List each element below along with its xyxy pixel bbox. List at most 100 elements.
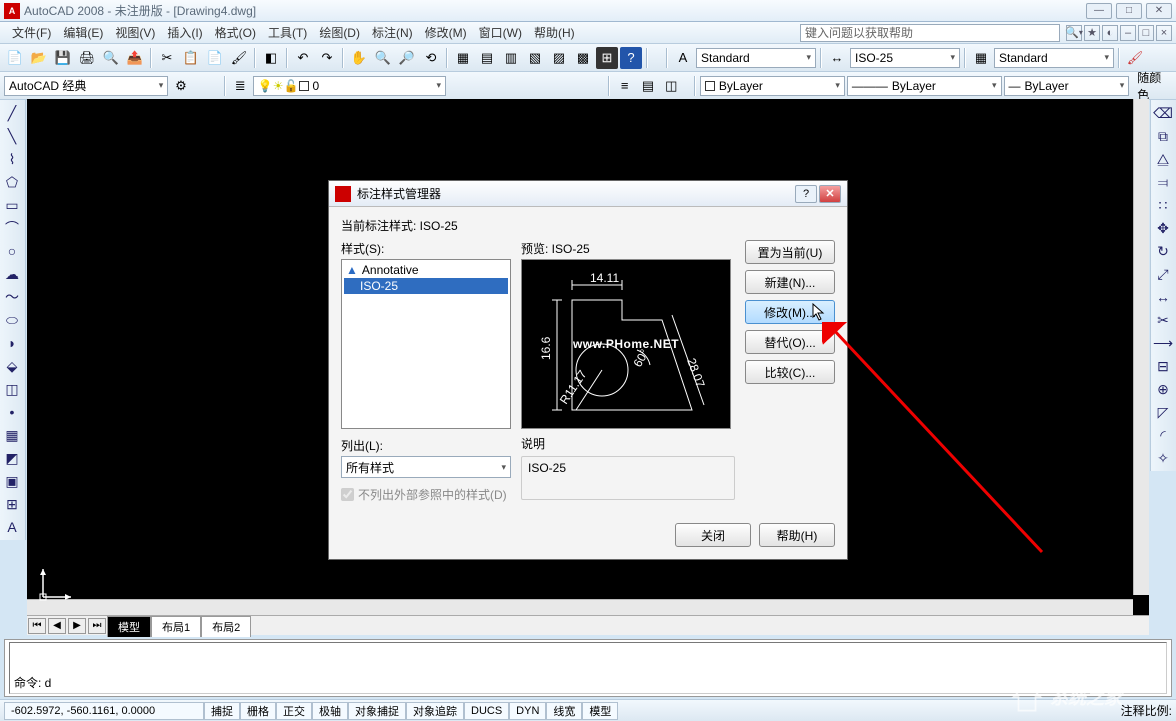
insert-icon[interactable]: ⬙ bbox=[1, 355, 23, 377]
xline-icon[interactable]: ╲ bbox=[1, 125, 23, 147]
layer-mgr-icon[interactable]: ≣ bbox=[230, 75, 251, 97]
ws-settings-icon[interactable]: ⚙ bbox=[170, 75, 191, 97]
command-line[interactable]: 命令: d bbox=[4, 639, 1172, 697]
makeblock-icon[interactable]: ◫ bbox=[1, 378, 23, 400]
list-item[interactable]: ISO-25 bbox=[344, 278, 508, 294]
help-search-input[interactable]: 键入问题以获取帮助 bbox=[800, 24, 1060, 42]
toggle-grid[interactable]: 栅格 bbox=[240, 702, 276, 720]
table-style-combo[interactable]: Standard▾ bbox=[994, 48, 1114, 68]
toggle-polar[interactable]: 极轴 bbox=[312, 702, 348, 720]
zoom-win-icon[interactable]: 🔎 bbox=[396, 47, 418, 69]
block-icon[interactable]: ◧ bbox=[260, 47, 282, 69]
revcloud-icon[interactable]: ☁ bbox=[1, 263, 23, 285]
close-button[interactable]: ✕ bbox=[1146, 3, 1172, 19]
menu-help[interactable]: 帮助(H) bbox=[528, 22, 581, 43]
explode-icon[interactable]: ✧ bbox=[1152, 447, 1174, 469]
set-current-button[interactable]: 置为当前(U) bbox=[745, 240, 835, 264]
toggle-osnap[interactable]: 对象捕捉 bbox=[348, 702, 406, 720]
search-icon[interactable]: 🔍▾ bbox=[1066, 25, 1082, 41]
save-icon[interactable]: 💾 bbox=[52, 47, 74, 69]
help-icon[interactable]: ? bbox=[620, 47, 642, 69]
cut-icon[interactable]: ✂ bbox=[156, 47, 178, 69]
lineweight-combo[interactable]: —ByLayer▾ bbox=[1004, 76, 1130, 96]
tab-last-icon[interactable]: ⏭ bbox=[88, 618, 106, 634]
layer-prev-icon[interactable]: ≡ bbox=[614, 75, 635, 97]
rotate-icon[interactable]: ↻ bbox=[1152, 240, 1174, 262]
erase-icon[interactable]: ⌫ bbox=[1152, 102, 1174, 124]
compare-button[interactable]: 比较(C)... bbox=[745, 360, 835, 384]
workspace-combo[interactable]: AutoCAD 经典▾ bbox=[4, 76, 168, 96]
scale-icon[interactable]: ⤢ bbox=[1152, 263, 1174, 285]
toggle-snap[interactable]: 捕捉 bbox=[204, 702, 240, 720]
mdi-close-icon[interactable]: × bbox=[1156, 25, 1172, 41]
arc-icon[interactable]: ⌒ bbox=[1, 217, 23, 239]
markup-icon[interactable]: ▨ bbox=[548, 47, 570, 69]
copy-icon[interactable]: 📋 bbox=[180, 47, 202, 69]
favorite-icon[interactable]: ★ bbox=[1084, 25, 1100, 41]
tab-first-icon[interactable]: ⏮ bbox=[28, 618, 46, 634]
close-button[interactable]: 关闭 bbox=[675, 523, 751, 547]
layer-combo[interactable]: 💡 ☀ 🔓 0 ▾ bbox=[253, 76, 446, 96]
zoom-prev-icon[interactable]: ⟲ bbox=[420, 47, 442, 69]
props-icon[interactable]: ▦ bbox=[452, 47, 474, 69]
menu-format[interactable]: 格式(O) bbox=[209, 22, 262, 43]
color-combo[interactable]: ByLayer▾ bbox=[700, 76, 845, 96]
polygon-icon[interactable]: ⬠ bbox=[1, 171, 23, 193]
override-button[interactable]: 替代(O)... bbox=[745, 330, 835, 354]
point-icon[interactable]: • bbox=[1, 401, 23, 423]
scrollbar-vertical[interactable] bbox=[1133, 99, 1149, 595]
toggle-dyn[interactable]: DYN bbox=[509, 702, 546, 720]
tab-layout2[interactable]: 布局2 bbox=[201, 616, 251, 637]
ellipsearc-icon[interactable]: ◗ bbox=[1, 332, 23, 354]
undo-icon[interactable]: ↶ bbox=[292, 47, 314, 69]
zoom-rt-icon[interactable]: 🔍 bbox=[372, 47, 394, 69]
fillet-icon[interactable]: ◜ bbox=[1152, 424, 1174, 446]
listout-combo[interactable]: 所有样式▾ bbox=[341, 456, 511, 478]
help-button[interactable]: 帮助(H) bbox=[759, 523, 835, 547]
region-icon[interactable]: ▣ bbox=[1, 470, 23, 492]
menu-window[interactable]: 窗口(W) bbox=[473, 22, 528, 43]
paste-icon[interactable]: 📄 bbox=[204, 47, 226, 69]
line-icon[interactable]: ╱ bbox=[1, 102, 23, 124]
extend-icon[interactable]: ⟶ bbox=[1152, 332, 1174, 354]
tab-model[interactable]: 模型 bbox=[107, 616, 151, 637]
ssm-icon[interactable]: ▧ bbox=[524, 47, 546, 69]
toggle-lwt[interactable]: 线宽 bbox=[546, 702, 582, 720]
mdi-min-icon[interactable]: – bbox=[1120, 25, 1136, 41]
tab-layout1[interactable]: 布局1 bbox=[151, 616, 201, 637]
toggle-ortho[interactable]: 正交 bbox=[276, 702, 312, 720]
mtext-icon[interactable]: A bbox=[1, 516, 23, 538]
dcenter-icon[interactable]: ▤ bbox=[476, 47, 498, 69]
modify-button[interactable]: 修改(M)... bbox=[745, 300, 835, 324]
array-icon[interactable]: ∷ bbox=[1152, 194, 1174, 216]
move-icon[interactable]: ✥ bbox=[1152, 217, 1174, 239]
redo-icon[interactable]: ↷ bbox=[316, 47, 338, 69]
new-icon[interactable]: 📄 bbox=[4, 47, 26, 69]
toggle-model[interactable]: 模型 bbox=[582, 702, 618, 720]
tab-prev-icon[interactable]: ◀ bbox=[48, 618, 66, 634]
list-item[interactable]: ▲Annotative bbox=[344, 262, 508, 278]
rectangle-icon[interactable]: ▭ bbox=[1, 194, 23, 216]
mdi-max-icon[interactable]: □ bbox=[1138, 25, 1154, 41]
menu-insert[interactable]: 插入(I) bbox=[161, 22, 208, 43]
maximize-button[interactable]: □ bbox=[1116, 3, 1142, 19]
linetype-combo[interactable]: ———ByLayer▾ bbox=[847, 76, 1002, 96]
brush-icon[interactable]: 🖌 bbox=[1124, 47, 1146, 69]
menu-draw[interactable]: 绘图(D) bbox=[313, 22, 366, 43]
plot-icon[interactable]: 🖨 bbox=[76, 47, 98, 69]
tpalette-icon[interactable]: ▥ bbox=[500, 47, 522, 69]
tab-next-icon[interactable]: ▶ bbox=[68, 618, 86, 634]
mirror-icon[interactable]: ⧋ bbox=[1152, 148, 1174, 170]
toggle-ducs[interactable]: DUCS bbox=[464, 702, 509, 720]
new-button[interactable]: 新建(N)... bbox=[745, 270, 835, 294]
minimize-button[interactable]: — bbox=[1086, 3, 1112, 19]
dim-style-combo[interactable]: ISO-25▾ bbox=[850, 48, 960, 68]
copy-mod-icon[interactable]: ⧉ bbox=[1152, 125, 1174, 147]
match-icon[interactable]: 🖌 bbox=[228, 47, 250, 69]
gradient-icon[interactable]: ◩ bbox=[1, 447, 23, 469]
qcalc-icon[interactable]: ▩ bbox=[572, 47, 594, 69]
table-icon[interactable]: ⊞ bbox=[1, 493, 23, 515]
break-icon[interactable]: ⊟ bbox=[1152, 355, 1174, 377]
toggle-otrack[interactable]: 对象追踪 bbox=[406, 702, 464, 720]
ellipse-icon[interactable]: ⬭ bbox=[1, 309, 23, 331]
